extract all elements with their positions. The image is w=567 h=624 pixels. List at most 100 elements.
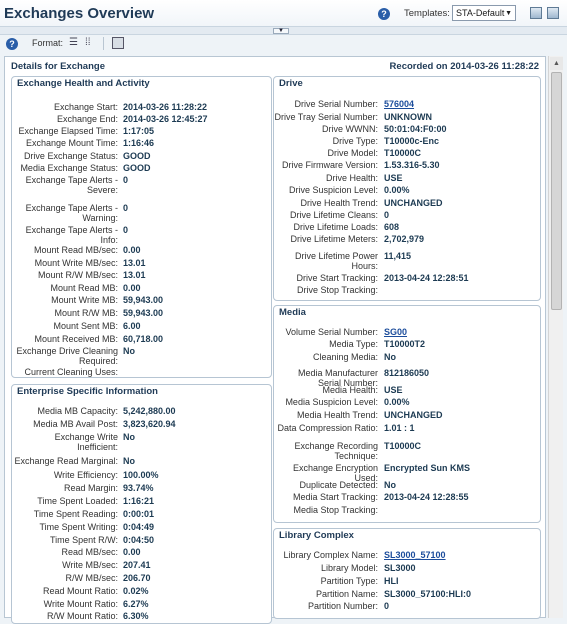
field-value: No (123, 456, 135, 466)
field-value: 6.27% (123, 599, 149, 609)
panel-title: Library Complex (279, 530, 354, 541)
field-label: Mount Read MB: (50, 283, 118, 293)
field-value: SL3000 (384, 563, 416, 573)
vertical-scrollbar[interactable]: ▲ (548, 56, 563, 618)
field-label: Mount Write MB/sec: (34, 258, 118, 268)
enterprise-row: Exchange Read Marginal: No (12, 456, 271, 469)
field-value: 0.00 (123, 283, 141, 293)
field-label: Exchange Drive Cleaning Required: (16, 346, 118, 366)
media-row: Media Stop Tracking: (274, 505, 540, 518)
field-value: 0.00 (123, 547, 141, 557)
enterprise-info-panel: Enterprise Specific Information Media MB… (11, 384, 272, 624)
media-row: Media Start Tracking: 2013-04-24 12:28:55 (274, 492, 540, 505)
field-label: Read MB/sec: (61, 547, 118, 557)
page-title: Exchanges Overview (4, 4, 155, 22)
field-label: Library Complex Name: (283, 550, 378, 560)
field-label: Exchange End: (56, 114, 118, 124)
panel-title: Drive (279, 78, 303, 89)
splitter-bar: ▼ (0, 26, 567, 35)
field-value: 2013-04-24 12:28:55 (384, 492, 469, 502)
field-value: 0:00:01 (123, 509, 155, 519)
media-row: Media Type: T10000T2 (274, 339, 540, 352)
field-value: 608 (384, 222, 400, 232)
field-label: Read Margin: (63, 483, 118, 493)
enterprise-row: Write Efficiency: 100.00% (12, 470, 271, 483)
field-value: USE (384, 385, 403, 395)
field-value: SL3000_57100:HLI:0 (384, 589, 472, 599)
field-label: Drive Tray Serial Number: (274, 112, 378, 122)
exchange-row: Mount Write MB: 59,943.00 (12, 295, 271, 308)
exchange-row: Exchange Tape Alerts - Severe: 0 (12, 175, 271, 195)
exchange-row: Exchange Drive Cleaning Required: No (12, 346, 271, 366)
field-value-link[interactable]: 576004 (384, 99, 414, 109)
field-label: Cleaning Media: (312, 352, 378, 362)
format-label: Format: (32, 38, 64, 48)
library-row: Partition Type: HLI (274, 576, 540, 589)
media-row: Media Suspicion Level: 0.00% (274, 397, 540, 410)
save-template-icon[interactable] (530, 7, 542, 19)
exchange-row: Mount R/W MB/sec: 13.01 (12, 270, 271, 283)
enterprise-row: Media MB Avail Post: 3,823,620.94 (12, 419, 271, 432)
scroll-thumb[interactable] (551, 72, 562, 310)
field-label: Drive Lifetime Loads: (293, 222, 378, 232)
drive-row: Drive Stop Tracking: (274, 285, 540, 298)
help-icon[interactable]: ? (6, 38, 18, 50)
field-label: Media Health: (322, 385, 378, 395)
field-label: Duplicate Detected: (299, 480, 378, 490)
field-value: 207.41 (123, 560, 151, 570)
field-label: Library Model: (320, 563, 378, 573)
field-value: 13.01 (123, 270, 146, 280)
recorded-timestamp: Recorded on 2014-03-26 11:28:22 (389, 60, 539, 72)
field-label: Drive Start Tracking: (296, 273, 378, 283)
format-toolbar: ? Format: ☰ ⁞⁞ (0, 35, 567, 52)
field-label: Mount Write MB: (51, 295, 118, 305)
field-value: 1:17:05 (123, 126, 155, 136)
field-value: 0:04:50 (123, 535, 155, 545)
field-value: 0 (123, 175, 129, 185)
collapse-handle-icon[interactable]: ▼ (273, 28, 289, 34)
field-label: Exchange Mount Time: (25, 138, 118, 148)
field-label: R/W Mount Ratio: (46, 611, 118, 621)
field-value: Encrypted Sun KMS (384, 463, 471, 473)
field-label: Media Exchange Status: (20, 163, 118, 173)
field-label: Write MB/sec: (62, 560, 118, 570)
media-row: Cleaning Media: No (274, 352, 540, 365)
field-value: T10000T2 (384, 339, 426, 349)
templates-select[interactable]: STA-Default ▼ (452, 5, 516, 21)
details-header: Details for Exchange Recorded on 2014-03… (5, 57, 545, 75)
grid-format-icon[interactable]: ⁞⁞ (85, 38, 91, 48)
exchange-row: Current Cleaning Uses: (12, 367, 271, 377)
field-value-link[interactable]: SG00 (384, 327, 407, 337)
field-label: Media MB Capacity: (37, 406, 118, 416)
drive-row: Drive Firmware Version: 1.53.316-5.30 (274, 160, 540, 173)
field-value: 3,823,620.94 (123, 419, 176, 429)
field-label: Mount R/W MB/sec: (37, 270, 118, 280)
field-value: 93.74% (123, 483, 154, 493)
enterprise-row: Time Spent Reading: 0:00:01 (12, 509, 271, 522)
field-label: Time Spent Loaded: (37, 496, 118, 506)
field-value: 2013-04-24 12:28:51 (384, 273, 469, 283)
enterprise-row: Write MB/sec: 207.41 (12, 560, 271, 573)
media-row: Exchange Encryption Used: Encrypted Sun K… (274, 463, 540, 483)
field-value: T10000C (384, 441, 422, 451)
field-label: Mount R/W MB: (54, 308, 118, 318)
enterprise-row: Read MB/sec: 0.00 (12, 547, 271, 560)
help-icon[interactable]: ? (378, 8, 390, 20)
field-value: 206.70 (123, 573, 151, 583)
list-format-icon[interactable]: ☰ (69, 38, 78, 48)
details-container: Details for Exchange Recorded on 2014-03… (4, 56, 546, 624)
field-value: 5,242,880.00 (123, 406, 176, 416)
scroll-up-icon[interactable]: ▲ (550, 57, 563, 70)
print-icon[interactable] (112, 37, 124, 49)
field-label: Media Suspicion Level: (285, 397, 378, 407)
chevron-down-icon: ▼ (505, 10, 512, 17)
details-title: Details for Exchange (11, 60, 105, 72)
field-label: Exchange Tape Alerts - Severe: (25, 175, 118, 195)
field-value: No (384, 480, 396, 490)
field-value-link[interactable]: SL3000_57100 (384, 550, 446, 560)
field-value: 0.00% (384, 397, 410, 407)
field-value: 6.30% (123, 611, 149, 621)
field-value: T10000c-Enc (384, 136, 440, 146)
field-label: Partition Name: (315, 589, 378, 599)
manage-templates-icon[interactable] (547, 7, 559, 19)
